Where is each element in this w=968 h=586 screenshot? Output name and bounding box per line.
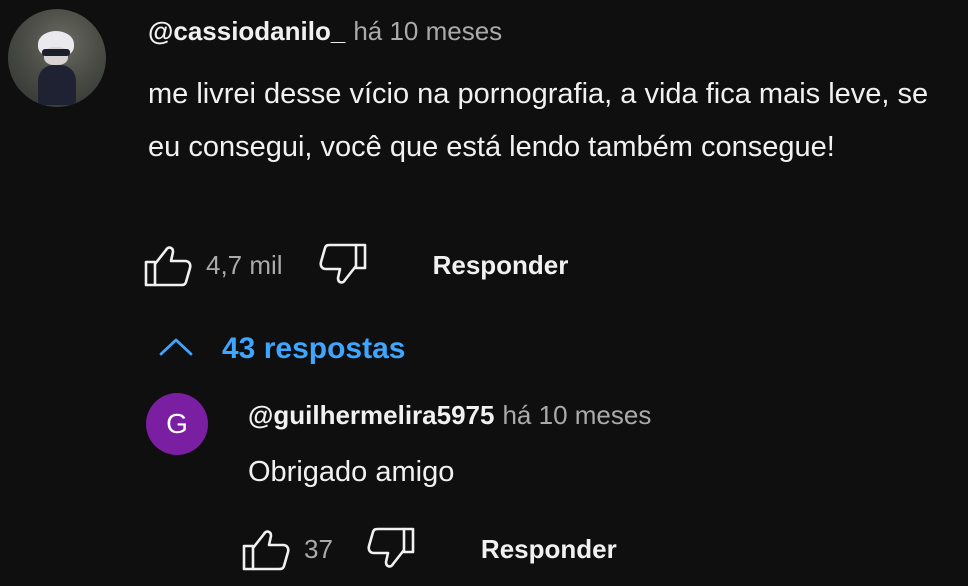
comments-section: @cassiodanilo_ há 10 meses me livrei dess… — [0, 0, 968, 586]
like-count: 37 — [304, 533, 333, 564]
comment-author[interactable]: @cassiodanilo_ — [148, 16, 345, 46]
like-count: 4,7 mil — [206, 249, 283, 280]
avatar[interactable] — [8, 9, 106, 107]
reply-time[interactable]: há 10 meses — [502, 400, 651, 430]
reply-button[interactable]: Responder — [433, 250, 569, 281]
replies-toggle[interactable]: 43 respostas — [158, 327, 405, 371]
reply-actions: 37 Responder — [242, 524, 617, 574]
comment-text: me livrei desse vício na pornografia, a … — [148, 78, 929, 163]
reply-avatar[interactable]: G — [146, 393, 208, 455]
replies-count-label: 43 respostas — [222, 332, 406, 365]
thumbs-up-icon[interactable] — [144, 242, 192, 288]
reply-header: @guilhermelira5975 há 10 meses — [248, 398, 651, 432]
reply-author[interactable]: @guilhermelira5975 — [248, 400, 494, 430]
reply-button[interactable]: Responder — [481, 534, 617, 565]
comment-header: @cassiodanilo_ há 10 meses — [148, 14, 502, 48]
thumbs-down-icon[interactable] — [367, 526, 415, 572]
thumbs-up-icon[interactable] — [242, 526, 290, 572]
avatar-letter: G — [166, 408, 188, 439]
comment-actions: 4,7 mil Responder — [144, 240, 568, 290]
avatar-blindfold — [42, 49, 70, 56]
comment-time[interactable]: há 10 meses — [353, 16, 502, 46]
thumbs-down-icon[interactable] — [319, 242, 367, 288]
chevron-up-icon — [158, 337, 194, 362]
reply-text: Obrigado amigo — [248, 456, 455, 488]
avatar-body — [38, 65, 76, 105]
